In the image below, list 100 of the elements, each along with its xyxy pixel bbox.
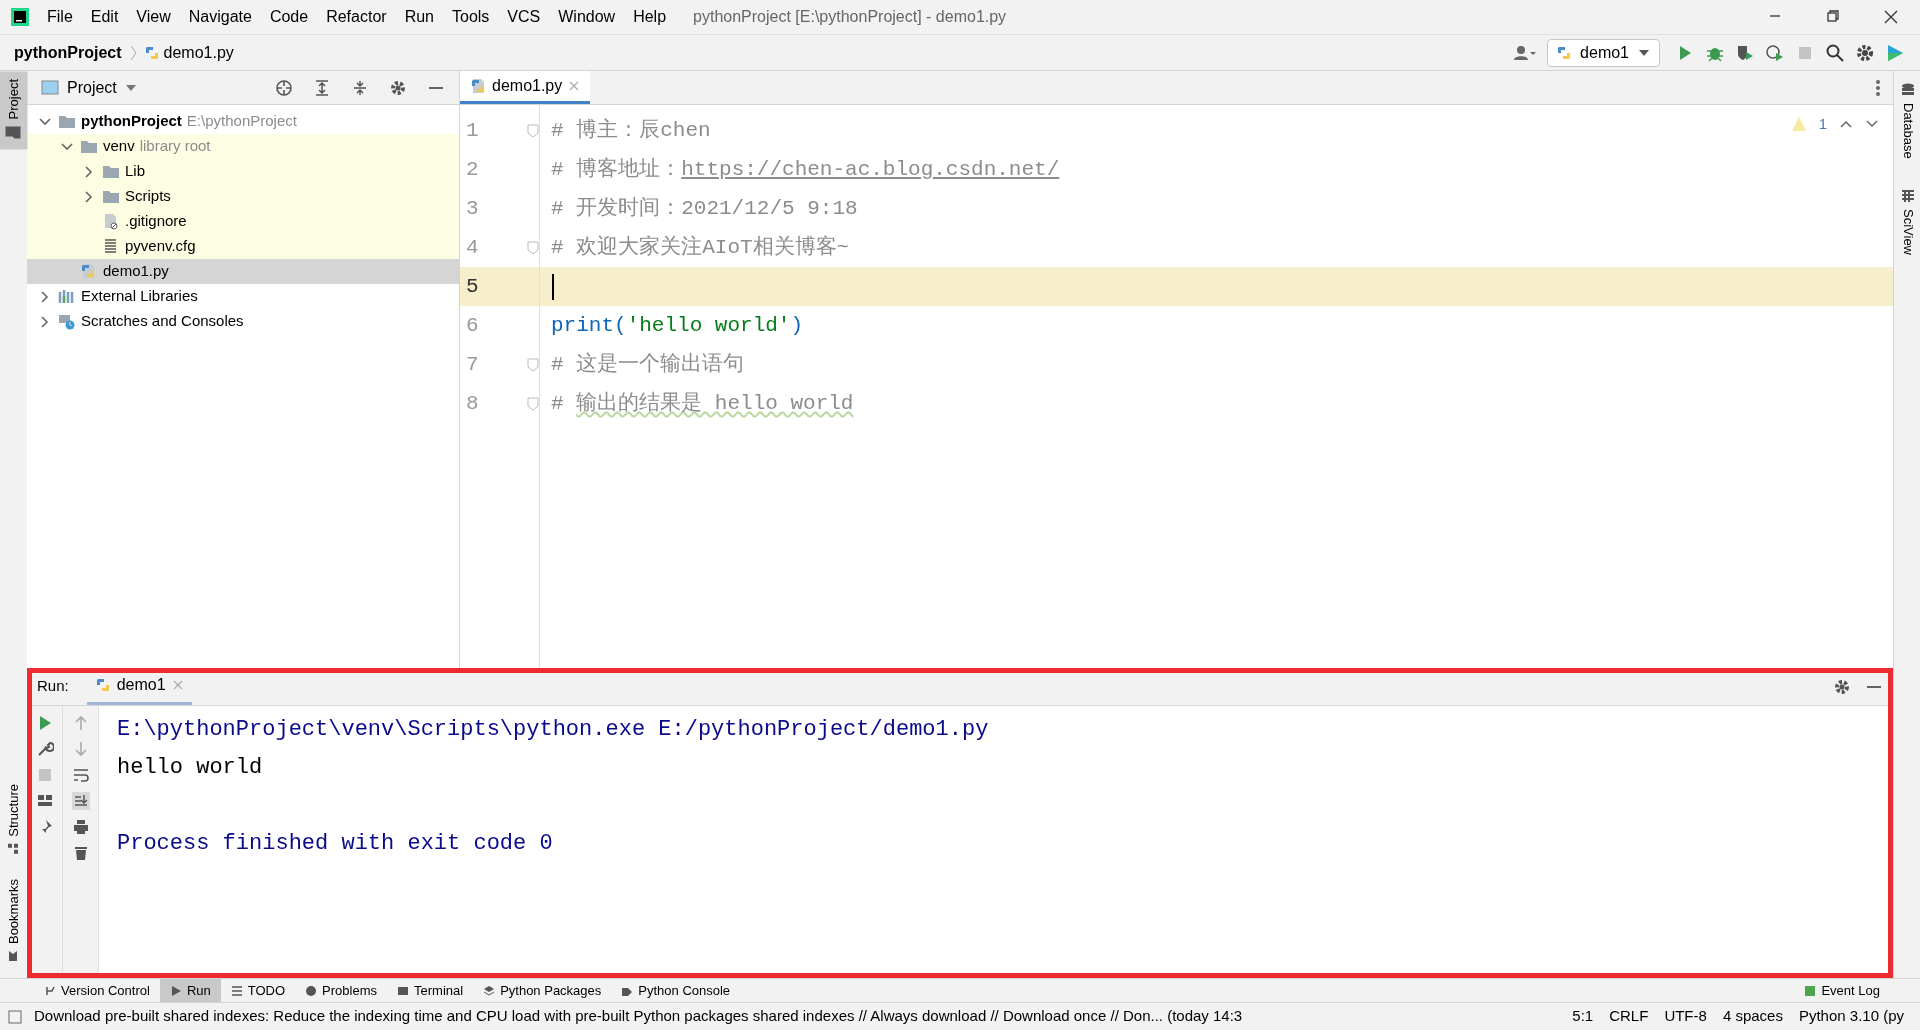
code-text: # 博客地址：https://chen-ac.blog.csdn.net/: [550, 156, 1060, 183]
expand-all-icon[interactable]: [313, 78, 331, 97]
tool-window-tab[interactable]: Structure: [0, 776, 27, 863]
user-icon[interactable]: [1513, 43, 1538, 62]
line-number: 4: [465, 234, 480, 261]
tool-window-tab[interactable]: Database: [1894, 75, 1920, 167]
database-icon: [1900, 83, 1915, 97]
checkbox-icon[interactable]: [8, 1009, 22, 1024]
tree-label: demo1.py: [103, 261, 169, 282]
search-icon[interactable]: [1825, 42, 1845, 63]
menu-item[interactable]: Help: [624, 5, 676, 29]
console-output: E:\pythonProject\venv\Scripts\python.exe E:/pythonProject/demo1.py: [117, 715, 989, 744]
event-log-tab[interactable]: Event Log: [1794, 978, 1890, 1003]
line-number: 8: [465, 390, 480, 417]
line-number: 2: [465, 156, 480, 183]
status-item[interactable]: Python 3.10 (py: [1790, 1005, 1912, 1028]
python-logo-icon: [94, 677, 111, 693]
line-number: 6: [465, 312, 480, 339]
menu-item[interactable]: Tools: [443, 5, 499, 29]
list-icon: [230, 984, 243, 997]
tool-window-tab[interactable]: TODO: [220, 978, 296, 1003]
status-item[interactable]: 5:1: [1564, 1005, 1602, 1028]
branch-icon: [44, 984, 56, 997]
python-file-icon: [470, 78, 486, 94]
python-file-icon: [143, 44, 160, 61]
status-item[interactable]: UTF-8: [1656, 1005, 1715, 1028]
menu-item[interactable]: Window: [549, 5, 625, 29]
tool-window-tab[interactable]: SciView: [1894, 180, 1920, 263]
settings-icon[interactable]: [1833, 677, 1851, 696]
tree-item[interactable]: Scratches and Consoles: [27, 309, 459, 334]
python-file-icon: [1556, 44, 1573, 61]
tree-label: .gitignore: [125, 211, 187, 232]
menu-item[interactable]: VCS: [498, 5, 550, 29]
tree-item[interactable]: Lib: [27, 159, 459, 184]
menu-item[interactable]: Edit: [81, 5, 128, 29]
line-number: 5: [465, 273, 480, 300]
panel-title[interactable]: Project: [67, 75, 117, 100]
code-text: print('hello world'): [550, 312, 804, 339]
tool-window-tab[interactable]: Problems: [295, 978, 387, 1003]
dropdown-icon[interactable]: [124, 82, 137, 93]
tree-hint: E:\pythonProject: [186, 111, 297, 132]
tool-window-tab[interactable]: Version Control: [34, 978, 160, 1003]
bookmark-icon: [7, 950, 20, 962]
scroll-end-icon[interactable]: [71, 792, 90, 810]
breadcrumb-item[interactable]: pythonProject: [14, 40, 122, 65]
tool-window-tab[interactable]: Run: [159, 978, 221, 1003]
menu-item[interactable]: File: [38, 5, 82, 29]
clock-run-icon[interactable]: [1765, 42, 1785, 63]
status-message[interactable]: Download pre-built shared indexes: Reduce the indexing time and CPU load with pre-built Python packages shared indexes // Always download // Download once // Don... (today 14:3: [34, 1005, 1243, 1028]
folder-icon: [58, 113, 76, 130]
console-output: Process finished with exit code 0: [117, 829, 554, 858]
editor-tab[interactable]: demo1.py: [460, 71, 591, 104]
collapse-all-icon[interactable]: [351, 78, 369, 97]
crosshair-icon[interactable]: [275, 78, 293, 97]
tool-window-tab[interactable]: Python Console: [611, 978, 741, 1003]
warning-icon: [1790, 116, 1807, 133]
tree-item[interactable]: demo1.py: [27, 259, 459, 284]
console-output: hello world: [117, 753, 264, 782]
status-item[interactable]: 4 spaces: [1714, 1005, 1791, 1028]
dropdown-icon: [1637, 47, 1651, 58]
tool-window-tab[interactable]: Bookmarks: [0, 870, 27, 970]
soft-wrap-icon[interactable]: [71, 766, 90, 784]
code-text: # 欢迎大家关注AIoT相关博客~: [550, 234, 850, 261]
panel-label: Run:: [37, 676, 69, 697]
app-logo-icon: [10, 7, 30, 27]
tool-window-tab[interactable]: Project: [0, 71, 28, 150]
tree-item[interactable]: .gitignore: [27, 209, 459, 234]
warning-count[interactable]: 1: [1818, 113, 1827, 136]
run-configuration-dropdown[interactable]: demo1: [1547, 38, 1660, 67]
layers-icon: [483, 984, 496, 997]
code-text: # 输出的结果是 hello world: [550, 390, 854, 417]
line-number: 3: [465, 195, 480, 222]
menu-item[interactable]: Code: [260, 5, 318, 29]
tree-item[interactable]: venv library root: [27, 134, 459, 159]
menu-item[interactable]: Refactor: [317, 5, 396, 29]
line-number: 1: [465, 117, 480, 144]
tree-item[interactable]: External Libraries: [27, 284, 459, 309]
tool-window-tab[interactable]: Python Packages: [473, 978, 612, 1003]
print-icon[interactable]: [71, 818, 90, 836]
menu-item[interactable]: Run: [395, 5, 443, 29]
tool-window-tab[interactable]: Terminal: [387, 978, 474, 1003]
status-item[interactable]: CRLF: [1601, 1005, 1657, 1028]
tree-label: venv: [103, 136, 135, 157]
breadcrumb-item[interactable]: demo1.py: [163, 40, 234, 65]
close-icon[interactable]: [1882, 8, 1900, 26]
tree-item[interactable]: Scripts: [27, 184, 459, 209]
line-number: 7: [465, 351, 480, 378]
menu-item[interactable]: View: [127, 5, 180, 29]
tree-item[interactable]: pythonProject E:\pythonProject: [27, 109, 459, 134]
text-caret: [552, 273, 554, 300]
process-tab[interactable]: demo1: [86, 668, 192, 705]
more-icon[interactable]: [1875, 78, 1881, 97]
tree-hint: library root: [139, 136, 211, 157]
settings-icon[interactable]: [1855, 42, 1875, 63]
code-text: # 开发时间：2021/12/5 9:18: [550, 195, 858, 222]
menu-item[interactable]: Navigate: [179, 5, 261, 29]
settings-icon[interactable]: [389, 78, 407, 97]
plugin-logo-icon[interactable]: [1885, 42, 1905, 63]
tree-item[interactable]: pyvenv.cfg: [27, 234, 459, 259]
tree-label: pyvenv.cfg: [125, 236, 196, 257]
